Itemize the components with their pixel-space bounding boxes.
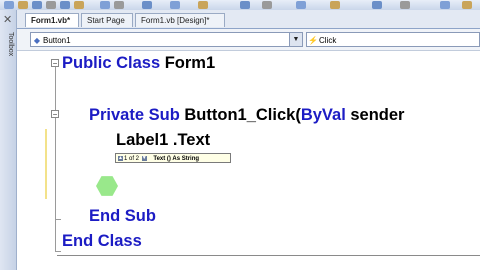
toolbar-icon[interactable] [330, 1, 340, 9]
toolbar-icon[interactable] [46, 1, 56, 9]
tooltip-signature: Text () As String [153, 156, 200, 162]
code-line-statement[interactable]: Label1 .Text [116, 130, 210, 150]
toolbar-icon[interactable] [262, 1, 272, 9]
collapse-icon[interactable]: − [51, 110, 59, 119]
tab-form1-code[interactable]: Form1.vb* [25, 13, 79, 27]
toolbar-icon[interactable] [170, 1, 180, 9]
code-line-class[interactable]: Public Class Form1 [62, 53, 215, 73]
identifier: Form1 [164, 54, 216, 72]
toolbar-icon[interactable] [198, 1, 208, 9]
identifier: Button1_Click( [184, 106, 301, 124]
code-line-end-class[interactable]: End Class [62, 231, 142, 251]
tab-form1-design[interactable]: Form1.vb [Design]* [135, 13, 225, 27]
document-tab-bar: Form1.vb* Start Page Form1.vb [Design]* [17, 10, 480, 29]
keyword: Public Class [62, 54, 161, 72]
tab-start-page[interactable]: Start Page [81, 13, 133, 27]
toolbox-panel[interactable]: ✕ Toolbox [0, 10, 17, 270]
toolbar-icon[interactable] [240, 1, 250, 9]
toolbar-icon[interactable] [74, 1, 84, 9]
end-of-file-line [57, 255, 480, 256]
toolbar-icon[interactable] [114, 1, 124, 9]
identifier: sender [350, 106, 405, 124]
toolbar-icon[interactable] [4, 1, 14, 9]
keyword: End Class [62, 232, 142, 250]
tab-label: Form1.vb [Design]* [141, 16, 210, 25]
toolbar-icon[interactable] [440, 1, 450, 9]
object-dropdown-value: Button1 [43, 36, 71, 45]
parameter-info-tooltip: ▲1 of 2 ▼ Text () As String [115, 153, 231, 163]
toolbar-icon[interactable] [100, 1, 110, 9]
code-line-sub[interactable]: Private Sub Button1_Click(ByVal sender [89, 105, 404, 125]
prev-overload-icon[interactable]: ▲ [118, 155, 123, 161]
statement-text: Label1 .Text [116, 131, 211, 149]
chevron-down-icon[interactable]: ▼ [289, 33, 302, 46]
collapse-icon[interactable]: − [51, 59, 59, 68]
toolbar-icon[interactable] [18, 1, 28, 9]
outline-line [55, 61, 56, 251]
toolbar-icon[interactable] [60, 1, 70, 9]
lightning-icon: ⚡ [308, 36, 318, 45]
code-editor[interactable]: − − Public Class Form1 Private Sub Butto… [17, 51, 480, 270]
code-line-end-sub[interactable]: End Sub [89, 206, 156, 226]
toolbar-icon[interactable] [32, 1, 42, 9]
tab-label: Form1.vb* [31, 16, 71, 25]
event-dropdown[interactable]: ⚡Click [306, 32, 480, 47]
outline-end [55, 251, 61, 252]
next-overload-icon[interactable]: ▼ [141, 155, 147, 161]
event-dropdown-value: Click [319, 36, 337, 45]
overload-counter: 1 of 2 [124, 156, 140, 162]
toolbar-icon[interactable] [142, 1, 152, 9]
toolbox-icon[interactable]: ✕ [3, 13, 12, 26]
toolbar-icon[interactable] [296, 1, 306, 9]
keyword: ByVal [300, 106, 346, 124]
tab-label: Start Page [87, 16, 125, 25]
keyword: End Sub [89, 207, 156, 225]
toolbox-label[interactable]: Toolbox [2, 32, 14, 56]
keyword: Private Sub [89, 106, 180, 124]
navigation-bar: ◆ Button1 ▼ ⚡Click [17, 29, 480, 51]
object-dropdown[interactable]: ◆ Button1 ▼ [30, 32, 303, 47]
toolbar-icon[interactable] [400, 1, 410, 9]
outline-end [55, 219, 61, 220]
changed-lines-marker [45, 129, 47, 199]
toolbar-icon[interactable] [462, 1, 472, 9]
toolbar-icon[interactable] [372, 1, 382, 9]
object-icon: ◆ [33, 36, 41, 45]
